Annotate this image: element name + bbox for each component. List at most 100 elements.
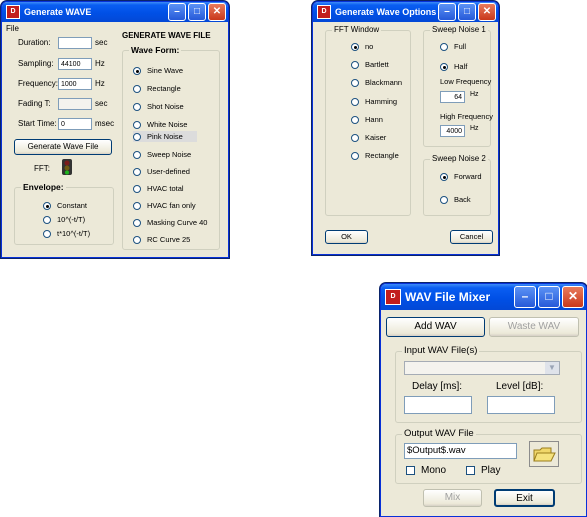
wav-mixer-titlebar[interactable]: D WAV File Mixer – □ ✕ — [381, 284, 586, 310]
add-wav-button[interactable]: Add WAV — [386, 317, 485, 337]
waveform-group: Wave Form: Sine Wave Rectangle Shot Nois… — [122, 45, 220, 250]
start-time-input[interactable]: 0 — [58, 118, 92, 130]
waveform-rectangle[interactable]: Rectangle — [133, 84, 181, 93]
envelope-texp[interactable]: t*10^(-t/T) — [43, 229, 90, 238]
app-icon: D — [385, 289, 401, 305]
duration-input[interactable] — [58, 37, 92, 49]
maximize-button[interactable]: □ — [538, 286, 560, 308]
checkbox-icon — [406, 466, 415, 475]
cancel-button[interactable]: Cancel — [450, 230, 493, 244]
sweep-noise-2-group: Sweep Noise 2 Forward Back — [423, 154, 491, 216]
fft-label: FFT: — [34, 164, 50, 173]
waveform-shot-noise[interactable]: Shot Noise — [133, 102, 184, 111]
close-button[interactable]: ✕ — [478, 3, 496, 21]
close-button[interactable]: ✕ — [562, 286, 584, 308]
output-file-input[interactable]: $Output$.wav — [404, 443, 517, 459]
sweep1-full[interactable]: Full — [440, 42, 466, 51]
close-button[interactable]: ✕ — [208, 3, 226, 21]
mix-button[interactable]: Mix — [423, 489, 482, 507]
traffic-light-icon — [62, 159, 72, 175]
envelope-title: Envelope: — [21, 182, 66, 192]
low-frequency-input[interactable]: 64 — [440, 91, 465, 103]
waveform-sine[interactable]: Sine Wave — [133, 66, 183, 75]
fft-blackmann[interactable]: Blackmann — [351, 78, 402, 87]
exit-button[interactable]: Exit — [494, 489, 555, 507]
sweep-noise-1-group: Sweep Noise 1 Full Half Low Frequency 64… — [423, 25, 493, 147]
envelope-exp[interactable]: 10^(-t/T) — [43, 215, 85, 224]
fft-kaiser[interactable]: Kaiser — [351, 133, 386, 142]
radio-icon — [440, 195, 448, 204]
generate-wave-titlebar[interactable]: D Generate WAVE – □ ✕ — [2, 2, 228, 22]
fft-hamming[interactable]: Hamming — [351, 97, 397, 106]
waveform-hvac-total[interactable]: HVAC total — [133, 184, 184, 193]
fft-window-group: FFT Window no Bartlett Blackmann Hamming… — [325, 25, 411, 216]
waveform-white-noise[interactable]: White Noise — [133, 120, 187, 129]
waveform-rc-curve[interactable]: RC Curve 25 — [133, 235, 190, 244]
radio-icon — [351, 78, 359, 87]
delay-label: Delay [ms]: — [412, 381, 463, 392]
radio-icon — [351, 115, 359, 124]
mono-checkbox[interactable]: Mono — [406, 465, 446, 476]
wave-options-titlebar[interactable]: D Generate Wave Options – □ ✕ — [313, 2, 498, 22]
waveform-hvac-fan[interactable]: HVAC fan only — [133, 201, 196, 210]
checkbox-icon — [466, 466, 475, 475]
high-frequency-label: High Frequency — [440, 112, 493, 121]
waveform-title: Wave Form: — [129, 45, 182, 55]
play-checkbox[interactable]: Play — [466, 465, 500, 476]
generate-wave-window: D Generate WAVE – □ ✕ File Duration: sec… — [1, 1, 229, 258]
delay-input[interactable] — [404, 396, 472, 414]
radio-icon — [351, 60, 359, 69]
envelope-constant[interactable]: Constant — [43, 201, 87, 210]
fading-label: Fading T: — [18, 99, 51, 108]
frequency-label: Frequency: — [18, 79, 59, 88]
minimize-button[interactable]: – — [168, 3, 186, 21]
menu-file[interactable]: File — [6, 24, 19, 33]
waveform-user-defined[interactable]: User-defined — [133, 167, 190, 176]
high-frequency-input[interactable]: 4000 — [440, 125, 465, 137]
radio-icon — [133, 102, 141, 111]
radio-selected-icon — [440, 62, 448, 71]
radio-icon — [351, 151, 359, 160]
fft-window-title: FFT Window — [332, 25, 382, 34]
radio-icon — [43, 229, 51, 238]
output-wav-title: Output WAV File — [402, 428, 476, 439]
frequency-input[interactable]: 1000 — [58, 78, 92, 90]
waveform-pink-noise[interactable]: Pink Noise — [133, 131, 197, 142]
input-wav-group: Input WAV File(s) ▼ Delay [ms]: Level [d… — [395, 345, 582, 423]
fft-rectangle[interactable]: Rectangle — [351, 151, 399, 160]
radio-icon — [351, 97, 359, 106]
generate-wave-button[interactable]: Generate Wave File — [14, 139, 112, 155]
frequency-unit: Hz — [95, 79, 105, 88]
sweep2-forward[interactable]: Forward — [440, 172, 482, 181]
output-wav-group: Output WAV File $Output$.wav Mono Play — [395, 428, 582, 484]
chevron-down-icon: ▼ — [545, 362, 559, 374]
folder-icon[interactable] — [529, 441, 559, 467]
minimize-button[interactable]: – — [438, 3, 456, 21]
ok-button[interactable]: OK — [325, 230, 368, 244]
level-input[interactable] — [487, 396, 555, 414]
waveform-sweep-noise[interactable]: Sweep Noise — [133, 150, 191, 159]
sweep1-half[interactable]: Half — [440, 62, 467, 71]
fft-hann[interactable]: Hann — [351, 115, 383, 124]
high-frequency-unit: Hz — [470, 125, 479, 132]
start-time-unit: msec — [95, 119, 115, 128]
sampling-unit: Hz — [95, 59, 105, 68]
maximize-button[interactable]: □ — [458, 3, 476, 21]
waveform-masking-curve[interactable]: Masking Curve 40 — [133, 218, 207, 227]
maximize-button[interactable]: □ — [188, 3, 206, 21]
window-title: Generate Wave Options — [335, 7, 437, 17]
fft-bartlett[interactable]: Bartlett — [351, 60, 389, 69]
fading-input[interactable] — [58, 98, 92, 110]
radio-icon — [133, 120, 141, 129]
generate-heading: GENERATE WAVE FILE — [122, 31, 211, 40]
sweep2-back[interactable]: Back — [440, 195, 471, 204]
app-icon: D — [6, 5, 20, 19]
radio-icon — [133, 132, 141, 141]
minimize-button[interactable]: – — [514, 286, 536, 308]
waste-wav-button[interactable]: Waste WAV — [489, 317, 579, 337]
sampling-input[interactable]: 44100 — [58, 58, 92, 70]
wave-options-window: D Generate Wave Options – □ ✕ FFT Window… — [312, 1, 499, 255]
input-wav-dropdown[interactable]: ▼ — [404, 361, 560, 375]
radio-icon — [133, 218, 141, 227]
fft-no[interactable]: no — [351, 42, 373, 51]
